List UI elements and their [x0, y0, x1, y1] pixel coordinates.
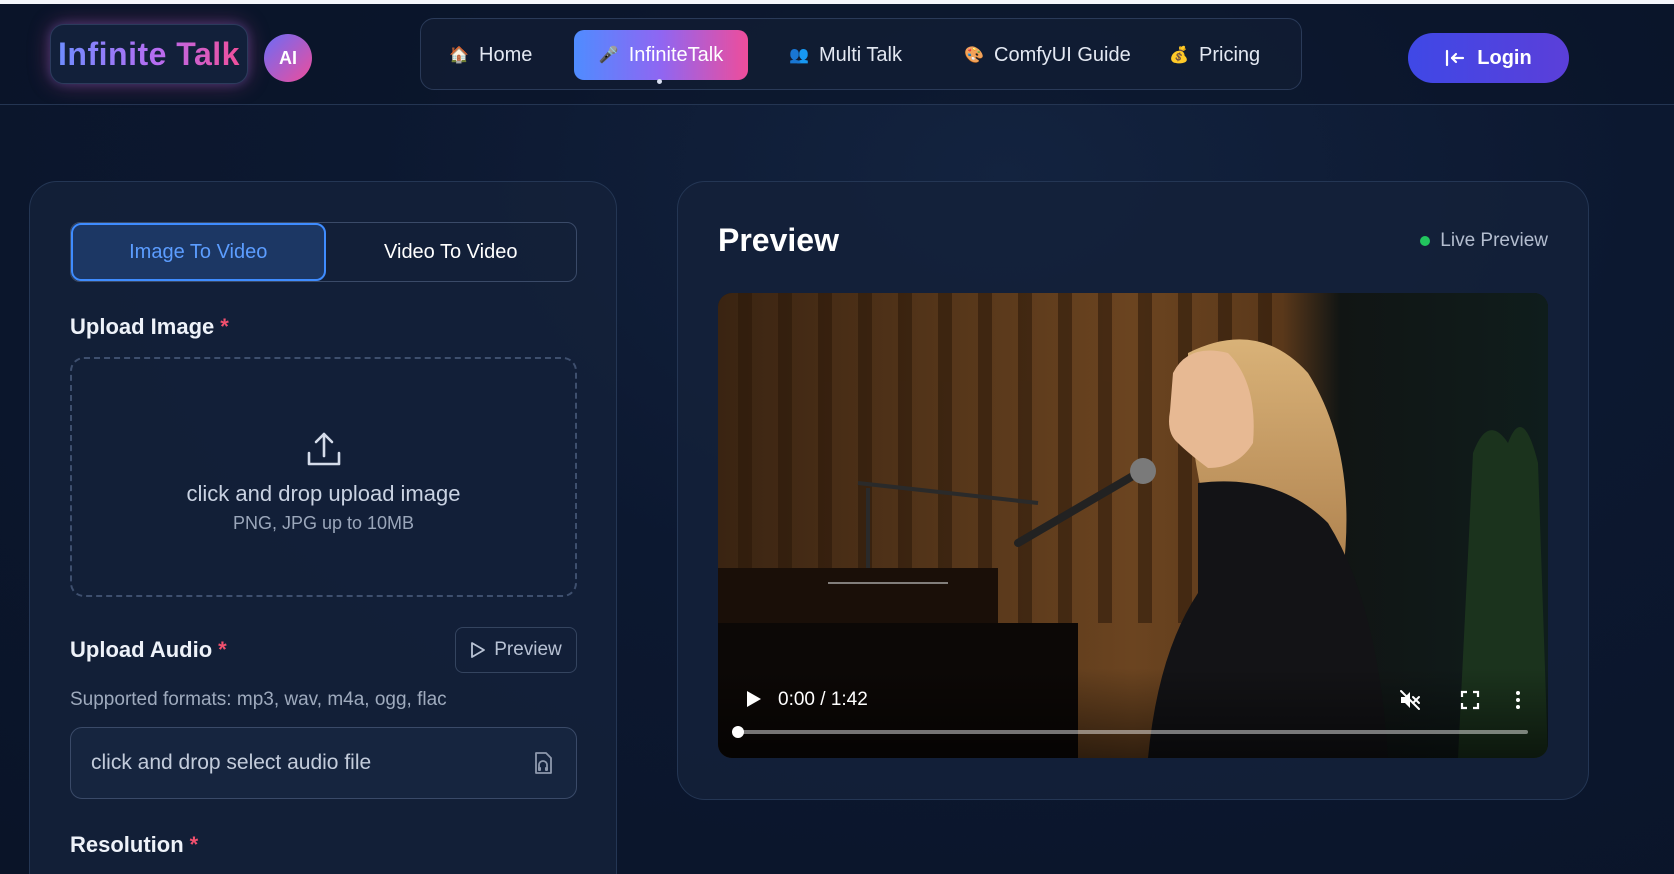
nav-item-label: InfiniteTalk [628, 43, 724, 66]
nav-item-label: Pricing [1199, 43, 1261, 66]
more-options-icon[interactable] [1506, 688, 1530, 712]
tab-image-to-video[interactable]: Image To Video [71, 223, 326, 281]
required-mark: * [220, 314, 229, 339]
palette-icon: 🎨 [964, 47, 984, 64]
video-player[interactable]: 0:00 / 1:42 [718, 293, 1548, 758]
preview-panel: Preview Live Preview 0:00 / 1:42 [677, 181, 1589, 800]
video-progress-knob[interactable] [732, 726, 744, 738]
nav-item-label: Multi Talk [819, 43, 902, 66]
logo[interactable]: Infinite Talk [50, 24, 248, 84]
nav-item-comfyui-guide[interactable]: 🎨 ComfyUI Guide [948, 30, 1147, 80]
play-icon[interactable] [742, 688, 764, 710]
nav-item-home[interactable]: 🏠 Home [433, 30, 548, 80]
audio-input-placeholder: click and drop select audio file [91, 751, 372, 774]
nav-item-pricing[interactable]: 💰 Pricing [1153, 30, 1276, 80]
money-bag-icon: 💰 [1169, 47, 1189, 64]
upload-image-label: Upload Image * [70, 314, 229, 340]
upload-audio-label: Upload Audio * [70, 637, 227, 663]
piano-top [718, 568, 998, 628]
generation-form-panel: Image To Video Video To Video Upload Ima… [29, 181, 617, 874]
video-time: 0:00 / 1:42 [778, 689, 868, 710]
microphone-icon: 🎤 [598, 47, 619, 64]
required-mark: * [189, 832, 199, 857]
audio-preview-label: Preview [494, 639, 562, 660]
site-header: Infinite Talk AI 🏠 Home 🎤 InfiniteTalk 👥… [0, 4, 1674, 105]
main-nav: 🏠 Home 🎤 InfiniteTalk 👥 Multi Talk 🎨 Com… [420, 18, 1302, 90]
nav-item-label: ComfyUI Guide [994, 43, 1131, 66]
video-progress-bar[interactable] [732, 726, 1528, 738]
nav-item-infinitetalk[interactable]: 🎤 InfiniteTalk [574, 30, 748, 80]
login-label: Login [1477, 46, 1532, 69]
audio-preview-button[interactable]: Preview [455, 627, 577, 673]
resolution-label: Resolution * [70, 832, 198, 858]
video-controls: 0:00 / 1:42 [718, 668, 1548, 758]
house-icon: 🏠 [449, 47, 469, 64]
ai-badge: AI [264, 34, 312, 82]
nav-item-label: Home [479, 43, 533, 66]
resolution-label-text: Resolution [70, 832, 184, 857]
upload-audio-label-text: Upload Audio [70, 637, 213, 662]
audio-file-icon [535, 752, 552, 774]
live-preview-indicator: Live Preview [1420, 230, 1548, 252]
upload-icon [307, 432, 340, 465]
fullscreen-icon[interactable] [1458, 688, 1482, 712]
tab-video-to-video[interactable]: Video To Video [326, 223, 577, 281]
login-button[interactable]: Login [1408, 33, 1569, 83]
play-outline-icon [471, 642, 486, 658]
upload-image-label-text: Upload Image [70, 314, 215, 339]
logo-text: Infinite Talk [58, 35, 240, 72]
login-icon [1446, 49, 1465, 67]
dropzone-main-text: click and drop upload image [186, 480, 461, 506]
audio-file-input[interactable]: click and drop select audio file [70, 727, 577, 799]
active-nav-indicator [657, 79, 662, 84]
people-icon: 👥 [789, 47, 809, 64]
mode-tabs: Image To Video Video To Video [70, 222, 577, 282]
dropzone-sub-text: PNG, JPG up to 10MB [232, 512, 415, 533]
live-preview-label: Live Preview [1440, 230, 1548, 251]
supported-formats-text: Supported formats: mp3, wav, m4a, ogg, f… [70, 689, 447, 710]
mute-icon[interactable] [1398, 688, 1422, 712]
required-mark: * [218, 637, 227, 662]
image-dropzone[interactable]: click and drop upload image PNG, JPG up … [70, 357, 577, 597]
preview-title: Preview [718, 222, 839, 258]
live-status-dot [1420, 236, 1431, 246]
nav-item-multi-talk[interactable]: 👥 Multi Talk [773, 30, 918, 80]
